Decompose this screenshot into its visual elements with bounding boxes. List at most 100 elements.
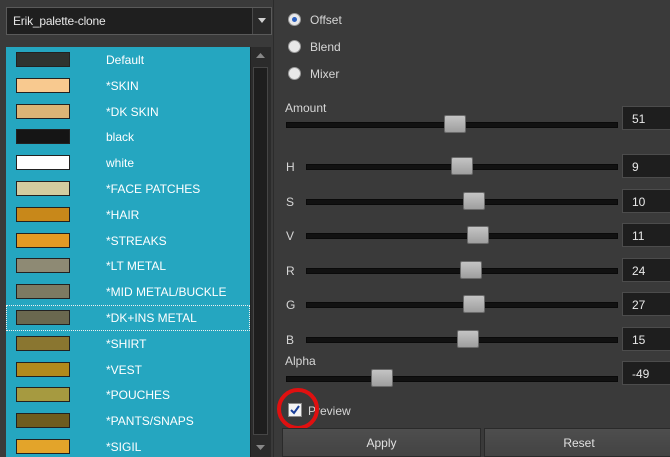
amount-slider[interactable]	[286, 113, 618, 137]
channel-label: S	[286, 194, 295, 209]
swatch-row[interactable]: *FACE PATCHES	[6, 176, 250, 202]
slider-thumb[interactable]	[463, 191, 486, 210]
channel-label: H	[286, 160, 295, 174]
slider-thumb[interactable]	[463, 295, 486, 313]
swatch-list-scrollbar[interactable]	[250, 47, 271, 457]
radio-button[interactable]	[288, 40, 301, 53]
swatch-row[interactable]: Default	[6, 47, 250, 73]
color-swatch	[16, 103, 70, 119]
channel-value-field[interactable]: 10	[622, 188, 670, 213]
swatch-row[interactable]: *STREAKS	[6, 228, 250, 254]
amount-value-field[interactable]: 51	[622, 106, 670, 130]
channel-slider[interactable]	[306, 328, 618, 352]
slider-track	[306, 233, 618, 239]
highlight-circle-annotation	[277, 388, 319, 430]
swatch-label: *LT METAL	[106, 259, 167, 274]
swatch-row[interactable]: *DK+INS METAL	[6, 305, 250, 331]
slider-track	[306, 198, 618, 205]
swatch-label: *FACE PATCHES	[106, 182, 201, 196]
swatch-label: *MID METAL/BUCKLE	[106, 285, 227, 300]
swatch-row[interactable]: *VEST	[6, 357, 250, 383]
swatch-row[interactable]: *SKIN	[6, 73, 250, 99]
swatch-row[interactable]: *LT METAL	[6, 253, 250, 279]
channel-label: G	[286, 298, 296, 312]
apply-button[interactable]: Apply	[282, 428, 481, 457]
swatch-label: *DK SKIN	[106, 104, 159, 119]
swatch-row[interactable]: *SIGIL	[6, 434, 250, 457]
swatch-label: white	[106, 156, 135, 171]
scrollbar-thumb[interactable]	[253, 67, 268, 435]
swatch-label: *DK+INS METAL	[106, 311, 197, 325]
channel-slider[interactable]	[306, 190, 618, 214]
alpha-label: Alpha	[285, 354, 316, 368]
swatch-label: Default	[106, 53, 145, 67]
swatch-label: *SKIN	[106, 78, 139, 93]
swatch-label: *SIGIL	[106, 440, 142, 454]
swatch-label: *HAIR	[106, 207, 140, 222]
radio-button[interactable]	[288, 67, 301, 80]
color-swatch	[16, 439, 70, 454]
alpha-slider[interactable]	[286, 367, 618, 391]
color-swatch	[16, 335, 70, 351]
scroll-down-icon[interactable]	[251, 439, 271, 457]
swatch-row[interactable]: white	[6, 150, 250, 176]
color-swatch	[16, 413, 70, 429]
swatch-label: *SHIRT	[106, 336, 147, 351]
color-swatch	[16, 284, 70, 300]
color-swatch	[16, 310, 70, 325]
color-swatch	[16, 232, 70, 248]
channel-value-field[interactable]: 27	[622, 292, 670, 316]
swatch-row[interactable]: *MID METAL/BUCKLE	[6, 279, 250, 305]
channel-value-field[interactable]: 24	[622, 257, 670, 282]
channel-slider[interactable]	[306, 155, 618, 179]
swatch-row[interactable]: *HAIR	[6, 202, 250, 228]
palette-dropdown-value: Erik_palette-clone	[13, 14, 106, 28]
swatch-row[interactable]: *POUCHES	[6, 382, 250, 408]
radio-button[interactable]	[288, 13, 301, 26]
channel-label: R	[286, 263, 295, 278]
slider-thumb[interactable]	[371, 369, 394, 387]
scroll-up-icon[interactable]	[251, 47, 271, 65]
color-swatch	[16, 258, 70, 274]
channel-label: B	[286, 332, 295, 347]
color-swatch	[16, 206, 70, 222]
chevron-down-icon[interactable]	[252, 8, 271, 34]
channel-value-field[interactable]: 15	[622, 326, 670, 351]
slider-thumb[interactable]	[451, 157, 473, 175]
color-swatch	[16, 387, 70, 403]
channel-value-field[interactable]: 9	[622, 154, 670, 178]
slider-thumb[interactable]	[466, 226, 489, 244]
swatch-label: *STREAKS	[106, 233, 167, 248]
channel-label: V	[286, 229, 295, 243]
channel-slider[interactable]	[306, 293, 618, 317]
slider-thumb[interactable]	[457, 329, 480, 348]
reset-button[interactable]: Reset	[484, 428, 670, 457]
radio-label: Blend	[310, 40, 341, 54]
color-swatch	[16, 155, 70, 171]
slider-thumb[interactable]	[444, 115, 467, 133]
channel-value-field[interactable]: 11	[622, 223, 670, 247]
panel-divider	[273, 0, 274, 457]
slider-track	[306, 302, 618, 308]
swatch-row[interactable]: black	[6, 124, 250, 150]
color-swatch	[16, 77, 70, 93]
swatch-row[interactable]: *PANTS/SNAPS	[6, 408, 250, 434]
swatch-label: black	[106, 130, 135, 145]
slider-thumb[interactable]	[460, 260, 483, 279]
color-swatch	[16, 129, 70, 145]
color-swatch	[16, 181, 70, 196]
swatch-label: *POUCHES	[106, 388, 171, 403]
color-swatch-list: Default *SKIN *DK SKIN black white *FACE PATC…	[6, 47, 250, 457]
swatch-label: *VEST	[106, 362, 143, 377]
radio-label: Mixer	[310, 67, 340, 81]
swatch-row[interactable]: *DK SKIN	[6, 99, 250, 125]
swatch-row[interactable]: *SHIRT	[6, 331, 250, 357]
channel-slider[interactable]	[306, 259, 618, 283]
slider-track	[286, 376, 618, 382]
palette-dropdown[interactable]: Erik_palette-clone	[6, 7, 272, 35]
alpha-value-field[interactable]: -49	[622, 361, 670, 385]
swatch-label: *PANTS/SNAPS	[106, 414, 194, 429]
radio-label: Offset	[310, 13, 342, 27]
channel-slider[interactable]	[306, 224, 618, 248]
color-swatch	[16, 52, 70, 67]
